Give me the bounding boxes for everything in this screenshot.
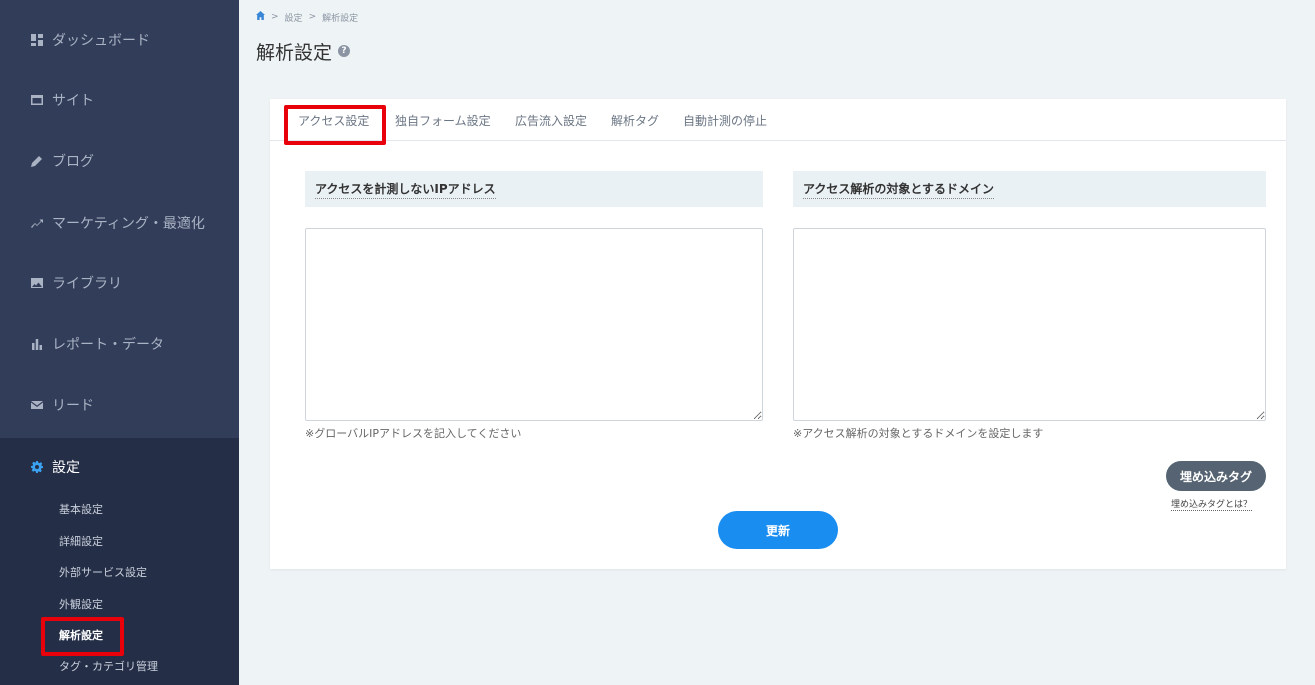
embed-tag-button[interactable]: 埋め込みタグ bbox=[1166, 461, 1266, 491]
settings-card: アクセス設定 独自フォーム設定 広告流入設定 解析タグ 自動計測の停止 アクセス… bbox=[270, 99, 1286, 569]
sidebar-item-label: マーケティング・最適化 bbox=[52, 216, 205, 232]
image-icon bbox=[30, 276, 44, 290]
sidebar-item-label: 設定 bbox=[52, 460, 80, 476]
sidebar-item-blog[interactable]: ブログ bbox=[0, 141, 239, 181]
sub-item-detail[interactable]: 詳細設定 bbox=[59, 531, 103, 551]
tab-ad-inflow[interactable]: 広告流入設定 bbox=[515, 99, 587, 141]
sidebar-item-label: ダッシュボード bbox=[52, 33, 150, 49]
breadcrumb-item[interactable]: 設定 bbox=[285, 11, 303, 24]
trend-icon bbox=[30, 216, 44, 230]
sidebar-item-report[interactable]: レポート・データ bbox=[0, 324, 239, 364]
tab-custom-form[interactable]: 独自フォーム設定 bbox=[395, 99, 491, 141]
domain-section-heading: アクセス解析の対象とするドメイン bbox=[793, 171, 1266, 207]
sidebar-item-library[interactable]: ライブラリ bbox=[0, 263, 239, 303]
sidebar: ダッシュボード サイト ブログ マーケティング・最適化 ライブラリ レポート・デ… bbox=[0, 0, 239, 685]
help-icon[interactable]: ? bbox=[338, 45, 351, 57]
gear-icon bbox=[30, 460, 44, 474]
update-button[interactable]: 更新 bbox=[718, 511, 838, 549]
sidebar-item-label: リード bbox=[52, 398, 94, 414]
bar-chart-icon bbox=[30, 337, 44, 351]
sub-item-appearance[interactable]: 外観設定 bbox=[59, 594, 103, 614]
breadcrumb-separator: > bbox=[271, 12, 279, 22]
mail-icon bbox=[30, 398, 44, 412]
pencil-icon bbox=[30, 154, 44, 168]
tab-analytics-tag[interactable]: 解析タグ bbox=[611, 99, 659, 141]
sidebar-item-label: レポート・データ bbox=[52, 337, 164, 353]
sidebar-item-label: ブログ bbox=[52, 154, 94, 170]
ip-address-textarea[interactable] bbox=[305, 228, 763, 421]
tab-bar: アクセス設定 独自フォーム設定 広告流入設定 解析タグ 自動計測の停止 bbox=[270, 99, 1286, 141]
ip-hint: ※グローバルIPアドレスを記入してください bbox=[305, 427, 522, 440]
page-title: 解析設定 ? bbox=[256, 38, 351, 64]
settings-section: 設定 基本設定 詳細設定 外部サービス設定 外観設定 解析設定 タグ・カテゴリ管… bbox=[0, 438, 239, 685]
ip-section-heading: アクセスを計測しないIPアドレス bbox=[305, 171, 763, 207]
home-icon[interactable] bbox=[256, 11, 265, 23]
domain-section-heading-text: アクセス解析の対象とするドメイン bbox=[803, 180, 995, 199]
breadcrumb-item: 解析設定 bbox=[322, 13, 359, 24]
site-icon bbox=[30, 93, 44, 107]
sidebar-item-label: サイト bbox=[52, 93, 94, 109]
tab-access-settings[interactable]: アクセス設定 bbox=[298, 99, 369, 141]
page-title-text: 解析設定 bbox=[256, 41, 333, 64]
sidebar-item-settings[interactable]: 設定 bbox=[0, 447, 239, 487]
ip-section-heading-text: アクセスを計測しないIPアドレス bbox=[315, 180, 496, 199]
sub-item-basic[interactable]: 基本設定 bbox=[59, 499, 103, 519]
sub-item-analytics[interactable]: 解析設定 bbox=[59, 625, 103, 645]
sub-item-external[interactable]: 外部サービス設定 bbox=[59, 562, 147, 582]
sidebar-item-dashboard[interactable]: ダッシュボード bbox=[0, 20, 239, 60]
breadcrumb-separator: > bbox=[308, 12, 317, 22]
dashboard-icon bbox=[30, 33, 44, 47]
sidebar-item-label: ライブラリ bbox=[52, 276, 122, 292]
tab-auto-measure-stop[interactable]: 自動計測の停止 bbox=[683, 99, 767, 141]
embed-tag-help-link[interactable]: 埋め込みタグとは？ bbox=[1171, 497, 1253, 511]
domain-hint: ※アクセス解析の対象とするドメインを設定します bbox=[793, 427, 1044, 440]
sidebar-item-site[interactable]: サイト bbox=[0, 80, 239, 120]
sidebar-item-lead[interactable]: リード bbox=[0, 385, 239, 425]
domain-textarea[interactable] bbox=[793, 228, 1266, 421]
sidebar-item-marketing[interactable]: マーケティング・最適化 bbox=[0, 203, 239, 243]
sub-item-tag-category[interactable]: タグ・カテゴリ管理 bbox=[59, 656, 158, 676]
breadcrumb: > 設定 > 解析設定 bbox=[256, 10, 358, 24]
